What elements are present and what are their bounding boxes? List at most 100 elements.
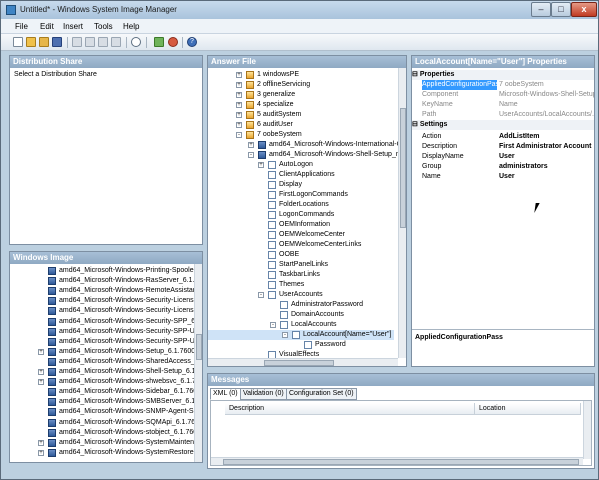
- setting-item[interactable]: OEMInformation: [208, 220, 394, 230]
- expand-icon[interactable]: +: [236, 72, 242, 78]
- property-value[interactable]: User: [499, 152, 594, 162]
- collapse-icon[interactable]: -: [258, 292, 264, 298]
- windows-image-item[interactable]: amd64_Microsoft-Windows-SNMP-Agent-Ser: [10, 407, 200, 417]
- setting-item[interactable]: Themes: [208, 280, 394, 290]
- expand-icon[interactable]: +: [236, 92, 242, 98]
- windows-image-item[interactable]: amd64_Microsoft-Windows-SMBServer_6.1.: [10, 397, 197, 407]
- property-row[interactable]: Group administrators: [412, 162, 594, 172]
- windows-image-item[interactable]: amd64_Microsoft-Windows-Printing-Spooler…: [10, 266, 201, 276]
- windows-image-item[interactable]: amd64_Microsoft-Windows-RemoteAssistanc: [10, 286, 200, 296]
- collapse-icon[interactable]: -: [236, 132, 242, 138]
- config-pass-item[interactable]: - 7 oobeSystem: [208, 130, 394, 140]
- copy-icon[interactable]: [85, 37, 95, 47]
- validate-icon[interactable]: [154, 37, 164, 47]
- property-row[interactable]: AppliedConfigurationPass 7 oobeSystem: [412, 80, 594, 90]
- column-location[interactable]: Location: [475, 403, 581, 415]
- tab-configuration-set[interactable]: Configuration Set (0): [286, 388, 357, 400]
- collapse-icon[interactable]: -: [248, 152, 254, 158]
- menu-edit[interactable]: Edit: [40, 22, 54, 31]
- windows-image-item[interactable]: + amd64_Microsoft-Windows-SystemRestore-M: [10, 448, 202, 458]
- create-configset-icon[interactable]: [168, 37, 178, 47]
- expand-icon[interactable]: +: [258, 162, 264, 168]
- config-pass-item[interactable]: +4 specialize: [208, 100, 394, 110]
- property-value[interactable]: User: [499, 172, 594, 182]
- help-icon[interactable]: ?: [187, 37, 197, 47]
- paste-icon[interactable]: [98, 37, 108, 47]
- setting-item[interactable]: DomainAccounts: [208, 310, 394, 320]
- expand-icon[interactable]: +: [38, 439, 44, 446]
- config-pass-item[interactable]: +6 auditUser: [208, 120, 394, 130]
- windows-image-item[interactable]: + amd64_Microsoft-Windows-Shell-Setup_6.1…: [10, 367, 198, 377]
- answer-file-vscroll-thumb[interactable]: [400, 108, 406, 228]
- minimize-button[interactable]: –: [531, 2, 551, 17]
- windows-image-item[interactable]: amd64_Microsoft-Windows-SQMApi_6.1.760: [10, 418, 199, 428]
- setting-item[interactable]: LogonCommands: [208, 210, 394, 220]
- windows-image-item[interactable]: amd64_Microsoft-Windows-SharedAccess_6: [10, 357, 199, 367]
- maximize-button[interactable]: □: [551, 2, 571, 17]
- expand-icon[interactable]: +: [38, 449, 44, 456]
- menu-tools[interactable]: Tools: [94, 22, 113, 31]
- open-folder-icon[interactable]: [39, 37, 49, 47]
- tab-validation[interactable]: Validation (0): [240, 388, 287, 400]
- expand-icon[interactable]: +: [236, 122, 242, 128]
- setting-item[interactable]: FirstLogonCommands: [208, 190, 394, 200]
- answer-file-hscroll-thumb[interactable]: [264, 360, 334, 366]
- property-value[interactable]: administrators: [499, 162, 594, 172]
- setting-item[interactable]: - UserAccounts: [208, 290, 394, 300]
- collapse-icon[interactable]: ⊟: [412, 121, 420, 128]
- delete-icon[interactable]: [111, 37, 121, 47]
- property-row[interactable]: KeyName Name: [412, 100, 594, 110]
- find-icon[interactable]: [131, 37, 141, 47]
- windows-image-item[interactable]: + amd64_Microsoft-Windows-SystemMaintena: [10, 438, 198, 448]
- windows-image-scroll-thumb[interactable]: [196, 334, 202, 360]
- category-settings[interactable]: ⊟ Settings: [412, 120, 594, 130]
- property-row[interactable]: Description First Administrator Account: [412, 142, 594, 152]
- windows-image-item[interactable]: amd64_Microsoft-Windows-stobject_6.1.760: [10, 428, 197, 438]
- collapse-icon[interactable]: -: [282, 332, 288, 338]
- setting-item[interactable]: ClientApplications: [208, 170, 394, 180]
- setting-item[interactable]: Display: [208, 180, 394, 190]
- windows-image-item[interactable]: + amd64_Microsoft-Windows-shwebsvc_6.1.76: [10, 377, 200, 387]
- setting-item[interactable]: AdministratorPassword: [208, 300, 394, 310]
- property-row[interactable]: DisplayName User: [412, 152, 594, 162]
- collapse-icon[interactable]: -: [270, 322, 276, 328]
- menu-help[interactable]: Help: [123, 22, 139, 31]
- windows-image-scrollbar[interactable]: [194, 264, 202, 462]
- cut-icon[interactable]: [72, 37, 82, 47]
- close-button[interactable]: x: [571, 2, 597, 17]
- property-row[interactable]: Component Microsoft-Windows-Shell-Setup: [412, 90, 594, 100]
- local-account-item[interactable]: - LocalAccount[Name="User"]: [208, 330, 394, 340]
- password-item[interactable]: Password: [208, 340, 394, 350]
- setting-item[interactable]: OEMWelcomeCenter: [208, 230, 394, 240]
- setting-item[interactable]: + AutoLogon: [208, 160, 394, 170]
- windows-image-item[interactable]: amd64_Microsoft-Windows-RasServer_6.1.7: [10, 276, 198, 286]
- title-bar[interactable]: Untitled* - Windows System Image Manager…: [1, 1, 598, 19]
- property-row[interactable]: Action AddListItem: [412, 132, 594, 142]
- windows-image-item[interactable]: amd64_Microsoft-Windows-Security-SPP-UX: [10, 327, 199, 337]
- expand-icon[interactable]: +: [38, 369, 44, 375]
- setting-item[interactable]: - LocalAccounts: [208, 320, 394, 330]
- property-row[interactable]: Name User: [412, 172, 594, 182]
- setting-item[interactable]: TaskbarLinks: [208, 270, 394, 280]
- messages-hscrollbar[interactable]: [211, 457, 583, 465]
- setting-item[interactable]: OEMWelcomeCenterLinks: [208, 240, 394, 250]
- property-row[interactable]: Path UserAccounts/LocalAccounts/...: [412, 110, 594, 120]
- windows-image-item[interactable]: amd64_Microsoft-Windows-Security-Licensi…: [10, 306, 199, 316]
- open-icon[interactable]: [26, 37, 36, 47]
- expand-icon[interactable]: +: [236, 102, 242, 108]
- windows-image-item[interactable]: + amd64_Microsoft-Windows-Setup_6.1.7600: [10, 347, 196, 357]
- config-pass-item[interactable]: +5 auditSystem: [208, 110, 394, 120]
- property-value[interactable]: AddListItem: [499, 132, 594, 142]
- answer-file-vscrollbar[interactable]: [398, 68, 406, 358]
- component-item[interactable]: - amd64_Microsoft-Windows-Shell-Setup_neu: [208, 150, 406, 160]
- config-pass-item[interactable]: +2 offlineServicing: [208, 80, 394, 90]
- windows-image-item[interactable]: amd64_Microsoft-Windows-Security-Licensi…: [10, 296, 199, 306]
- messages-hscroll-thumb[interactable]: [223, 459, 579, 465]
- column-description[interactable]: Description: [225, 403, 475, 415]
- setting-item[interactable]: OOBE: [208, 250, 394, 260]
- menu-file[interactable]: File: [15, 22, 28, 31]
- category-properties[interactable]: ⊟ Properties: [412, 70, 594, 80]
- setting-item[interactable]: StartPanelLinks: [208, 260, 394, 270]
- expand-icon[interactable]: +: [38, 348, 44, 355]
- expand-icon[interactable]: +: [38, 379, 44, 386]
